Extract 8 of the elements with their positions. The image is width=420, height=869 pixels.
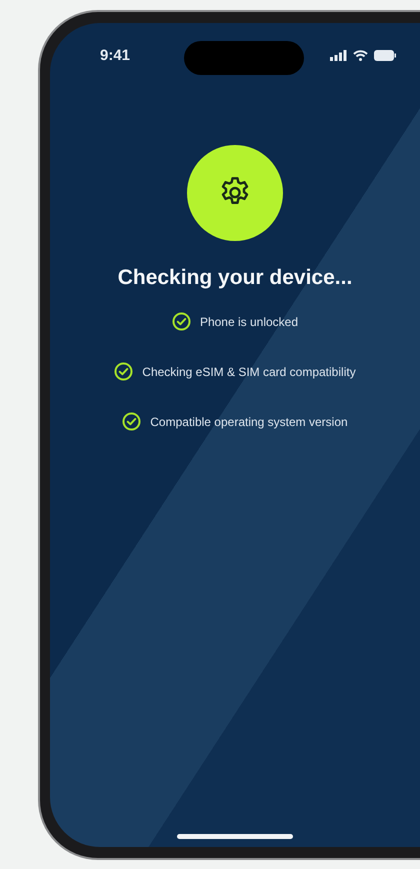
check-label: Compatible operating system version <box>150 414 348 428</box>
check-label: Phone is unlocked <box>200 314 298 328</box>
check-label: Checking eSIM & SIM card compatibility <box>142 364 356 378</box>
wifi-icon <box>353 50 368 60</box>
battery-icon <box>374 50 396 60</box>
screen-title: Checking your device... <box>118 266 352 290</box>
status-time: 9:41 <box>100 46 130 64</box>
signal-icon <box>330 50 347 60</box>
